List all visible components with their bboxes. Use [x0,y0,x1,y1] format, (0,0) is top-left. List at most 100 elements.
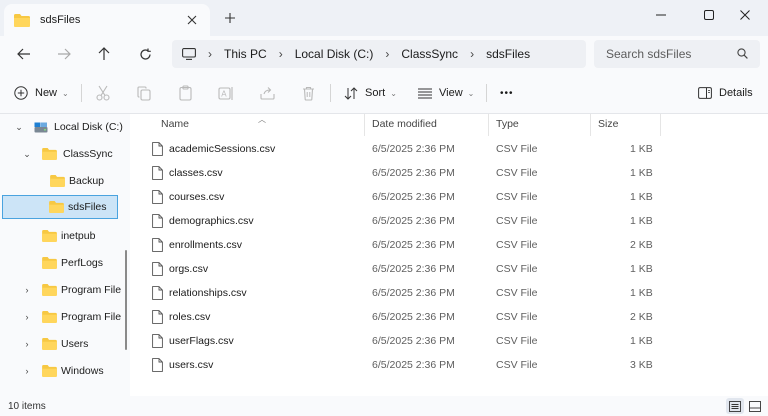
up-button[interactable] [92,42,116,66]
column-header-size[interactable]: Size [598,118,618,130]
chevron-right-icon[interactable]: › [470,47,474,61]
file-size: 1 KB [630,167,653,179]
table-row[interactable]: demographics.csv 6/5/2025 2:36 PM CSV Fi… [130,210,768,234]
tab-close-button[interactable] [182,10,202,30]
file-size: 1 KB [630,143,653,155]
new-button[interactable]: New ⌄ [14,81,69,105]
chevron-right-icon[interactable]: › [22,339,32,349]
navigation-pane: ⌄ Local Disk (C:) ⌄ ClassSync Backup sds… [0,114,124,396]
details-pane-button[interactable]: Details [698,81,753,105]
file-size: 1 KB [630,215,653,227]
sidebar-item-backup[interactable]: Backup [0,169,124,193]
address-bar[interactable]: › This PC › Local Disk (C:) › ClassSync … [172,40,586,68]
column-header-name[interactable]: Name [161,118,189,130]
back-button[interactable] [12,42,36,66]
rename-button[interactable]: A [217,84,235,102]
sidebar-item-users[interactable]: › Users [0,332,124,356]
table-row[interactable]: orgs.csv 6/5/2025 2:36 PM CSV File 1 KB [130,258,768,282]
file-name: academicSessions.csv [169,143,276,155]
cut-button[interactable] [94,84,112,102]
new-tab-button[interactable] [220,8,240,28]
sidebar-item-label: sdsFiles [68,201,107,213]
plus-icon [225,13,235,23]
column-header-row: ︿ Name Date modified Type Size [130,114,768,136]
forward-button[interactable] [52,42,76,66]
file-date: 6/5/2025 2:36 PM [372,311,455,323]
table-row[interactable]: enrollments.csv 6/5/2025 2:36 PM CSV Fil… [130,234,768,258]
computer-icon [182,48,196,60]
share-button[interactable] [258,84,276,102]
sidebar-item-program-files-x86[interactable]: › Program File [0,305,124,329]
details-view-button[interactable] [726,398,744,414]
title-bar: sdsFiles [0,0,768,36]
file-icon [152,238,163,252]
chevron-right-icon[interactable]: › [22,312,32,322]
breadcrumb-sdsfiles[interactable]: sdsFiles [486,47,530,61]
breadcrumb-local-disk[interactable]: Local Disk (C:) [295,47,374,61]
chevron-down-icon: ⌄ [467,88,475,98]
trash-icon [302,86,314,101]
column-divider[interactable] [590,114,591,136]
column-header-date[interactable]: Date modified [372,118,437,130]
file-name: roles.csv [169,311,211,323]
file-name: orgs.csv [169,263,209,275]
sidebar-item-windows[interactable]: › Windows [0,359,124,383]
minimize-icon [656,14,666,16]
chevron-down-icon: ⌄ [390,88,397,98]
sidebar-item-program-files[interactable]: › Program File [0,278,124,302]
file-date: 6/5/2025 2:36 PM [372,287,455,299]
file-type: CSV File [496,359,538,371]
more-options-button[interactable]: ••• [500,81,514,105]
sort-button-label: Sort [365,87,386,99]
table-row[interactable]: relationships.csv 6/5/2025 2:36 PM CSV F… [130,282,768,306]
sort-button[interactable]: Sort ⌄ [344,81,397,105]
folder-icon [14,13,30,27]
chevron-down-icon[interactable]: ⌄ [14,122,24,133]
sidebar-item-classsync[interactable]: ⌄ ClassSync [0,142,124,166]
view-button[interactable]: View ⌄ [418,81,474,105]
sidebar-item-perflogs[interactable]: PerfLogs [0,251,124,275]
chevron-right-icon[interactable]: › [385,47,389,61]
column-divider[interactable] [660,114,661,136]
sidebar-item-sdsfiles[interactable]: sdsFiles [2,195,118,219]
table-row[interactable]: userFlags.csv 6/5/2025 2:36 PM CSV File … [130,330,768,354]
minimize-button[interactable] [638,0,684,30]
table-row[interactable]: roles.csv 6/5/2025 2:36 PM CSV File 2 KB [130,306,768,330]
sidebar-item-label: Windows [61,365,104,377]
copy-button[interactable] [135,84,153,102]
chevron-right-icon[interactable]: › [279,47,283,61]
chevron-right-icon[interactable]: › [22,285,32,295]
table-row[interactable]: classes.csv 6/5/2025 2:36 PM CSV File 1 … [130,162,768,186]
column-header-type[interactable]: Type [496,118,519,130]
folder-icon [49,201,64,213]
item-count: 10 items [8,401,46,412]
table-row[interactable]: academicSessions.csv 6/5/2025 2:36 PM CS… [130,138,768,162]
scrollbar-thumb[interactable] [125,250,127,350]
delete-button[interactable] [299,84,317,102]
breadcrumb-this-pc[interactable]: This PC [224,47,267,61]
window-close-button[interactable] [722,0,768,30]
column-divider[interactable] [364,114,365,136]
copy-icon [137,85,151,101]
file-type: CSV File [496,311,538,323]
paste-button[interactable] [176,84,194,102]
column-divider[interactable] [488,114,489,136]
new-button-label: New [35,87,58,99]
file-name: userFlags.csv [169,335,234,347]
chevron-down-icon[interactable]: ⌄ [22,149,32,160]
file-icon [152,310,163,324]
sort-icon [344,86,358,100]
tab-sdsfiles[interactable]: sdsFiles [4,4,210,36]
share-icon [259,87,275,100]
more-options-label: ••• [500,87,514,99]
breadcrumb-classsync[interactable]: ClassSync [401,47,458,61]
tiles-view-button[interactable] [746,398,764,414]
sidebar-item-local-disk[interactable]: ⌄ Local Disk (C:) [0,115,124,139]
chevron-right-icon[interactable]: › [22,366,32,376]
search-input[interactable] [606,47,726,61]
sidebar-item-inetpub[interactable]: inetpub [0,224,124,248]
table-row[interactable]: courses.csv 6/5/2025 2:36 PM CSV File 1 … [130,186,768,210]
refresh-button[interactable] [133,42,157,66]
search-box[interactable] [594,40,760,68]
table-row[interactable]: users.csv 6/5/2025 2:36 PM CSV File 3 KB [130,354,768,378]
